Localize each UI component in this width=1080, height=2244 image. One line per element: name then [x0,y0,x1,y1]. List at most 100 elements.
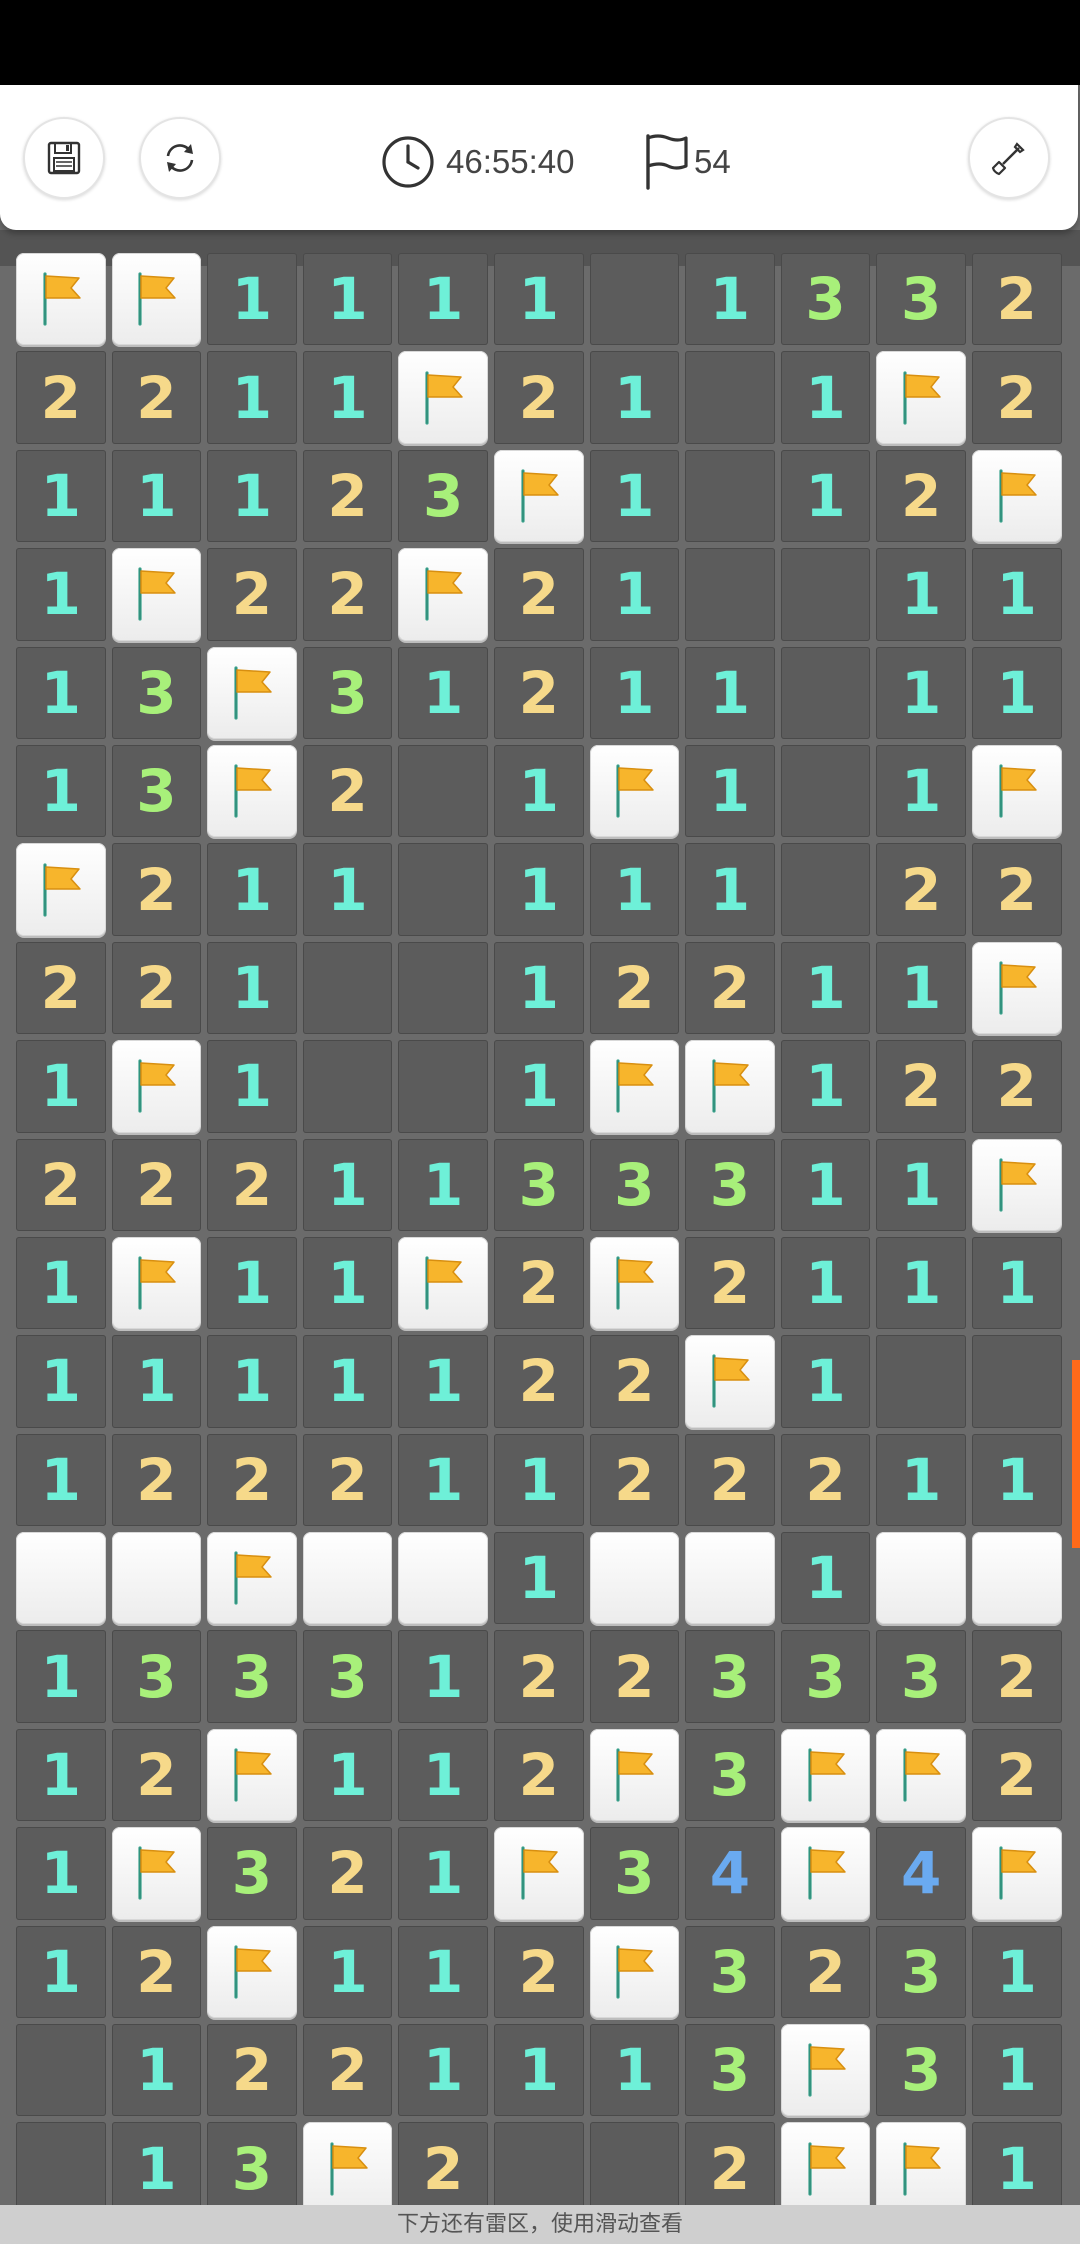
cell-empty[interactable] [589,253,680,346]
cell-flagged[interactable] [111,1236,202,1330]
cell-number[interactable]: 2 [16,351,106,444]
cell-number[interactable]: 3 [589,1138,680,1231]
cell-flagged[interactable] [876,351,966,444]
cell-unopened[interactable] [876,1532,966,1625]
cell-flagged[interactable] [685,1335,775,1428]
cell-number[interactable]: 3 [876,1925,966,2019]
cell-number[interactable]: 2 [207,1433,297,1527]
cell-number[interactable]: 2 [111,351,202,444]
cell-empty[interactable] [589,2122,680,2215]
cell-number[interactable]: 1 [16,1335,106,1428]
cell-number[interactable]: 3 [876,253,966,346]
cell-number[interactable]: 1 [207,941,297,1035]
cell-number[interactable]: 1 [111,1335,202,1428]
cell-flagged[interactable] [398,1236,488,1330]
cell-number[interactable]: 1 [16,1040,106,1133]
cell-number[interactable]: 1 [493,941,584,1035]
cell-empty[interactable] [398,744,488,838]
cell-flagged[interactable] [207,1925,297,2019]
cell-number[interactable]: 1 [302,351,393,444]
cell-number[interactable]: 3 [111,744,202,838]
cell-number[interactable]: 2 [685,941,775,1035]
cell-empty[interactable] [16,2122,106,2215]
cell-flagged[interactable] [971,1138,1062,1231]
cell-unopened[interactable] [111,1532,202,1625]
cell-number[interactable]: 3 [685,1630,775,1723]
cell-number[interactable]: 1 [589,646,680,739]
cell-number[interactable]: 1 [16,1925,106,2019]
cell-number[interactable]: 1 [398,1827,488,1920]
cell-number[interactable]: 3 [302,646,393,739]
cell-flagged[interactable] [398,548,488,641]
cell-number[interactable]: 2 [971,1728,1062,1822]
cell-empty[interactable] [876,1335,966,1428]
cell-number[interactable]: 2 [876,1040,966,1133]
cell-number[interactable]: 2 [780,1925,871,2019]
cell-number[interactable]: 1 [780,1040,871,1133]
cell-number[interactable]: 3 [207,2122,297,2215]
cell-number[interactable]: 2 [685,1433,775,1527]
cell-number[interactable]: 2 [589,941,680,1035]
cell-number[interactable]: 1 [207,1335,297,1428]
cell-flagged[interactable] [971,1827,1062,1920]
cell-number[interactable]: 1 [589,351,680,444]
cell-flagged[interactable] [111,1827,202,1920]
cell-number[interactable]: 1 [876,744,966,838]
cell-flagged[interactable] [780,2024,871,2117]
cell-number[interactable]: 1 [493,1433,584,1527]
cell-number[interactable]: 2 [302,449,393,543]
cell-number[interactable]: 1 [493,744,584,838]
cell-number[interactable]: 2 [111,843,202,936]
cell-empty[interactable] [685,548,775,641]
cell-unopened[interactable] [685,1532,775,1625]
cell-flagged[interactable] [111,253,202,346]
cell-number[interactable]: 1 [302,253,393,346]
cell-flagged[interactable] [876,1728,966,1822]
cell-number[interactable]: 1 [398,1728,488,1822]
cell-flagged[interactable] [398,351,488,444]
cell-number[interactable]: 2 [111,1433,202,1527]
cell-flagged[interactable] [589,744,680,838]
cell-flagged[interactable] [685,1040,775,1133]
cell-number[interactable]: 1 [398,2024,488,2117]
cell-number[interactable]: 2 [493,1335,584,1428]
cell-empty[interactable] [398,941,488,1035]
cell-flagged[interactable] [971,449,1062,543]
cell-number[interactable]: 1 [971,2122,1062,2215]
cell-number[interactable]: 1 [971,548,1062,641]
cell-number[interactable]: 2 [685,1236,775,1330]
cell-number[interactable]: 3 [207,1630,297,1723]
cell-empty[interactable] [16,2024,106,2117]
cell-number[interactable]: 2 [302,1433,393,1527]
cell-number[interactable]: 1 [398,1138,488,1231]
cell-number[interactable]: 2 [302,744,393,838]
cell-number[interactable]: 1 [685,744,775,838]
cell-number[interactable]: 2 [876,449,966,543]
cell-number[interactable]: 2 [493,1630,584,1723]
cell-number[interactable]: 1 [876,646,966,739]
cell-flagged[interactable] [876,2122,966,2215]
cell-number[interactable]: 1 [16,1433,106,1527]
cell-number[interactable]: 1 [16,548,106,641]
cell-number[interactable]: 1 [780,449,871,543]
cell-number[interactable]: 1 [493,1532,584,1625]
cell-number[interactable]: 1 [398,253,488,346]
cell-number[interactable]: 2 [111,941,202,1035]
cell-number[interactable]: 1 [971,1236,1062,1330]
cell-number[interactable]: 1 [589,843,680,936]
cell-number[interactable]: 1 [780,941,871,1035]
cell-number[interactable]: 2 [493,1728,584,1822]
cell-number[interactable]: 2 [111,1728,202,1822]
cell-number[interactable]: 1 [302,1925,393,2019]
cell-number[interactable]: 1 [207,1040,297,1133]
cell-number[interactable]: 3 [780,1630,871,1723]
cell-empty[interactable] [971,1335,1062,1428]
cell-number[interactable]: 1 [16,1630,106,1723]
cell-number[interactable]: 1 [16,1728,106,1822]
cell-number[interactable]: 3 [876,2024,966,2117]
restart-button[interactable] [139,117,221,199]
cell-number[interactable]: 1 [111,449,202,543]
cell-number[interactable]: 2 [876,843,966,936]
cell-number[interactable]: 2 [971,843,1062,936]
cell-number[interactable]: 1 [780,1335,871,1428]
